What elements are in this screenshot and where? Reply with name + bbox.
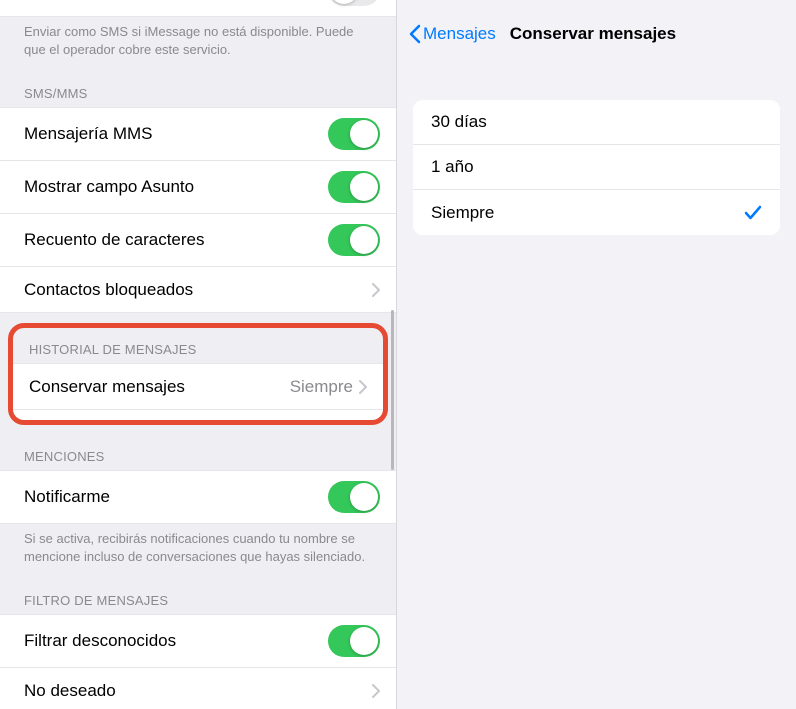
checkmark-icon xyxy=(744,205,762,221)
junk-label: No deseado xyxy=(24,681,372,701)
scroll-indicator[interactable] xyxy=(391,310,394,470)
character-count-toggle[interactable] xyxy=(328,224,380,256)
filter-unknown-row[interactable]: Filtrar desconocidos xyxy=(0,615,396,668)
page-title: Conservar mensajes xyxy=(510,24,676,44)
mentions-footer: Si se activa, recibirás notificaciones c… xyxy=(0,524,396,575)
filter-list: Filtrar desconocidos No deseado xyxy=(0,614,396,709)
option-label: 30 días xyxy=(431,112,762,132)
option-label: Siempre xyxy=(431,203,744,223)
mms-messaging-row[interactable]: Mensajería MMS xyxy=(0,108,396,161)
chevron-right-icon xyxy=(359,380,367,394)
settings-right-pane: Mensajes Conservar mensajes 30 días 1 añ… xyxy=(397,0,796,709)
keep-messages-label: Conservar mensajes xyxy=(29,377,290,397)
nav-bar: Mensajes Conservar mensajes xyxy=(397,0,796,64)
chevron-right-icon xyxy=(372,684,380,698)
show-subject-label: Mostrar campo Asunto xyxy=(24,177,328,197)
send-as-sms-row[interactable] xyxy=(0,0,396,16)
filter-header: FILTRO DE MENSAJES xyxy=(0,575,396,614)
filter-unknown-label: Filtrar desconocidos xyxy=(24,631,328,651)
show-subject-row[interactable]: Mostrar campo Asunto xyxy=(0,161,396,214)
settings-left-pane: Enviar como SMS si iMessage no está disp… xyxy=(0,0,397,709)
blocked-contacts-label: Contactos bloqueados xyxy=(24,280,372,300)
notify-me-toggle[interactable] xyxy=(328,481,380,513)
keep-messages-row[interactable]: Conservar mensajes Siempre xyxy=(13,364,383,409)
send-as-sms-toggle[interactable] xyxy=(328,0,380,6)
chevron-left-icon xyxy=(409,24,421,44)
notify-me-row[interactable]: Notificarme xyxy=(0,471,396,523)
option-1-year[interactable]: 1 año xyxy=(413,145,780,190)
mms-messaging-label: Mensajería MMS xyxy=(24,124,328,144)
keep-messages-options: 30 días 1 año Siempre xyxy=(413,100,780,235)
junk-row[interactable]: No deseado xyxy=(0,668,396,709)
history-list: Conservar mensajes Siempre xyxy=(13,363,383,410)
option-30-days[interactable]: 30 días xyxy=(413,100,780,145)
filter-unknown-toggle[interactable] xyxy=(328,625,380,657)
blocked-contacts-row[interactable]: Contactos bloqueados xyxy=(0,267,396,312)
sms-mms-list: Mensajería MMS Mostrar campo Asunto Recu… xyxy=(0,107,396,313)
back-label: Mensajes xyxy=(423,24,496,44)
show-subject-toggle[interactable] xyxy=(328,171,380,203)
option-label: 1 año xyxy=(431,157,762,177)
notify-me-label: Notificarme xyxy=(24,487,328,507)
character-count-label: Recuento de caracteres xyxy=(24,230,328,250)
mms-messaging-toggle[interactable] xyxy=(328,118,380,150)
history-section-highlight: HISTORIAL DE MENSAJES Conservar mensajes… xyxy=(8,323,388,425)
mentions-header: MENCIONES xyxy=(0,431,396,470)
history-header: HISTORIAL DE MENSAJES xyxy=(13,328,383,363)
sms-mms-header: SMS/MMS xyxy=(0,68,396,107)
chevron-right-icon xyxy=(372,283,380,297)
mentions-list: Notificarme xyxy=(0,470,396,524)
back-button[interactable]: Mensajes xyxy=(409,24,496,44)
character-count-row[interactable]: Recuento de caracteres xyxy=(0,214,396,267)
keep-messages-value: Siempre xyxy=(290,377,353,397)
send-as-sms-footer: Enviar como SMS si iMessage no está disp… xyxy=(0,17,396,68)
option-forever[interactable]: Siempre xyxy=(413,190,780,235)
